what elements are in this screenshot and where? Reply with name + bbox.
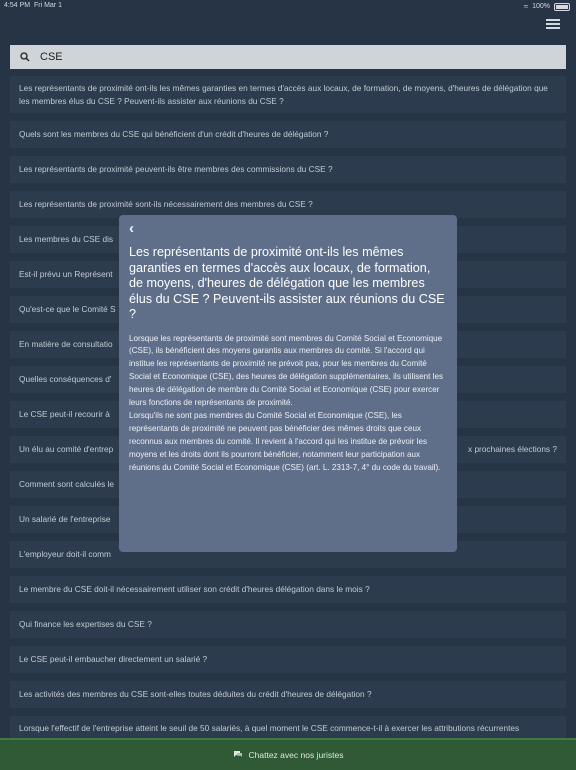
- battery-percent: 100%: [532, 3, 550, 10]
- modal-body: Lorsque les représentants de proximité s…: [129, 333, 447, 475]
- list-item[interactable]: Quels sont les membres du CSE qui bénéfi…: [10, 121, 566, 148]
- answer-modal: ‹ Les représentants de proximité ont-ils…: [119, 215, 457, 552]
- list-item[interactable]: Le CSE peut-il embaucher directement un …: [10, 646, 566, 673]
- chat-button-label: Chattez avec nos juristes: [248, 750, 344, 760]
- list-item[interactable]: Les représentants de proximité sont-ils …: [10, 191, 566, 218]
- chat-bubble-icon: [233, 750, 243, 761]
- modal-title: Les représentants de proximité ont-ils l…: [129, 245, 445, 321]
- search-input[interactable]: [40, 51, 520, 63]
- list-item[interactable]: Les activités des membres du CSE sont-el…: [10, 681, 566, 708]
- back-chevron-icon[interactable]: ‹: [129, 221, 149, 241]
- battery-icon: [554, 2, 570, 11]
- status-time: 4:54 PM Fri Mar 1: [4, 2, 62, 9]
- wifi-icon: ≈: [523, 2, 529, 11]
- search-icon: [10, 52, 40, 62]
- search-bar[interactable]: [10, 45, 566, 69]
- list-item[interactable]: Les représentants de proximité peuvent-i…: [10, 156, 566, 183]
- hamburger-menu-icon[interactable]: [546, 19, 560, 29]
- chat-with-lawyers-button[interactable]: Chattez avec nos juristes: [0, 738, 576, 770]
- list-item[interactable]: Le membre du CSE doit-il nécessairement …: [10, 576, 566, 603]
- answer-paragraph: Lorsque les représentants de proximité s…: [129, 333, 444, 408]
- status-bar: 4:54 PM Fri Mar 1 ≈ 100%: [0, 0, 576, 12]
- status-right: ≈ 100%: [524, 2, 570, 11]
- answer-paragraph: Lorsqu'ils ne sont pas membres du Comité…: [129, 410, 441, 472]
- list-item[interactable]: Les représentants de proximité ont-ils l…: [10, 76, 566, 113]
- list-item[interactable]: Qui finance les expertises du CSE ?: [10, 611, 566, 638]
